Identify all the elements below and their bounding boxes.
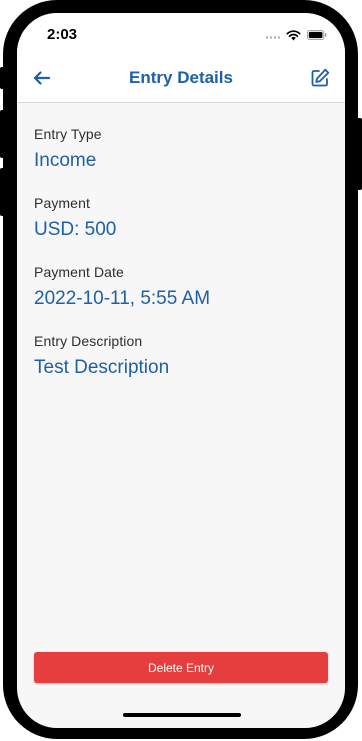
status-time: 2:03 [47, 26, 78, 43]
home-indicator [123, 713, 241, 717]
screen: 2:03 Entry Details Entry Type Income Pay… [17, 13, 345, 728]
nav-bar: Entry Details [17, 57, 345, 103]
battery-icon [307, 30, 327, 40]
field-entry-type: Entry Type Income [34, 126, 324, 174]
field-value: Income [34, 150, 97, 171]
field-label: Entry Description [34, 333, 143, 349]
volume-up-button [0, 110, 5, 158]
signal-icon [266, 31, 280, 39]
page-title: Entry Details [129, 68, 233, 87]
delete-entry-button[interactable]: Delete Entry [34, 652, 328, 683]
field-label: Entry Type [34, 126, 102, 142]
field-value: 2022-10-11, 5:55 AM [34, 288, 211, 309]
field-value: Test Description [34, 357, 170, 378]
field-payment: Payment USD: 500 [34, 195, 324, 243]
volume-down-button [0, 168, 5, 216]
entry-details: Entry Type Income Payment USD: 500 Payme… [34, 126, 324, 402]
field-payment-date: Payment Date 2022-10-11, 5:55 AM [34, 264, 324, 312]
status-icons [266, 29, 327, 41]
field-entry-description: Entry Description Test Description [34, 333, 324, 381]
status-bar: 2:03 [17, 13, 345, 57]
field-label: Payment Date [34, 264, 124, 280]
mute-switch [0, 67, 5, 89]
power-button [357, 118, 362, 190]
edit-icon [311, 68, 330, 87]
field-label: Payment [34, 195, 90, 211]
wifi-icon [286, 29, 301, 40]
edit-button[interactable] [309, 67, 331, 89]
field-value: USD: 500 [34, 219, 117, 240]
